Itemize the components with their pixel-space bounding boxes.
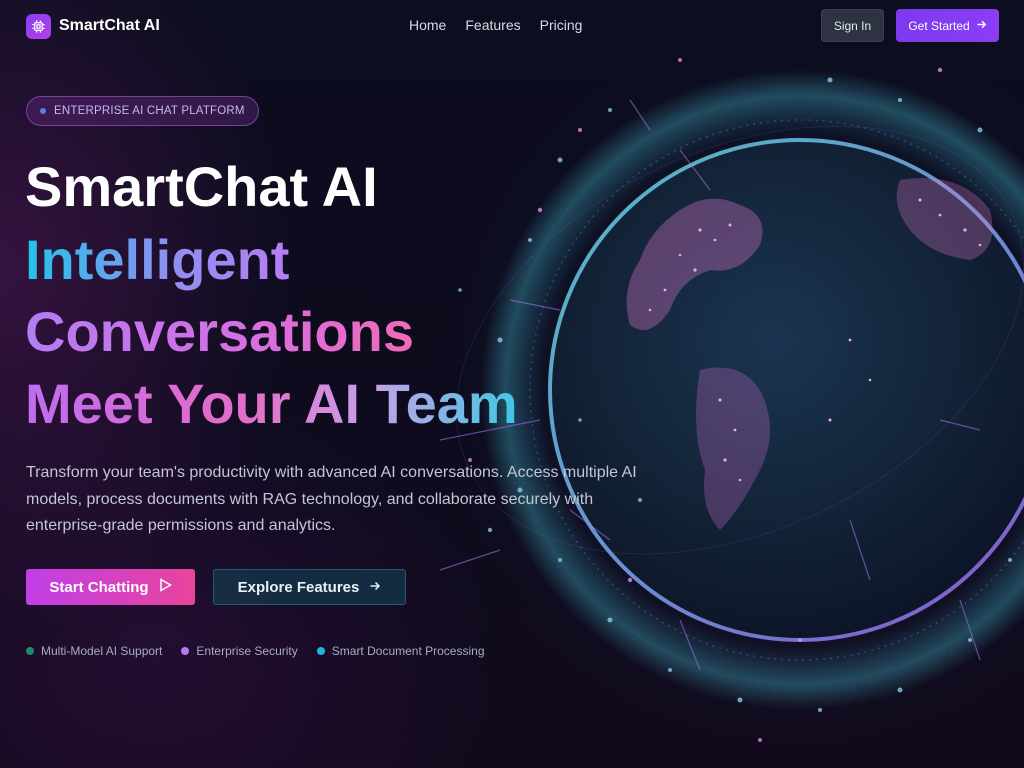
- feature-item: Enterprise Security: [181, 644, 298, 658]
- feature-dot: [316, 647, 325, 655]
- feature-dot: [181, 647, 190, 655]
- nav-pricing[interactable]: Pricing: [540, 17, 583, 33]
- hero-title-line3: Conversations: [25, 300, 414, 363]
- arrow-right-icon: [976, 19, 987, 33]
- feature-label: Multi-Model AI Support: [41, 644, 163, 658]
- brand-name: SmartChat AI: [59, 17, 160, 34]
- feature-dot: [26, 647, 34, 655]
- sign-in-button[interactable]: Sign In: [821, 9, 884, 42]
- sign-in-label: Sign In: [833, 18, 872, 33]
- platform-badge: ENTERPRISE AI CHAT PLATFORM: [26, 96, 259, 126]
- feature-label: Enterprise Security: [196, 644, 298, 658]
- play-icon: [159, 578, 172, 596]
- chip-icon: [26, 13, 51, 39]
- badge-label: ENTERPRISE AI CHAT PLATFORM: [54, 105, 245, 117]
- hero-title-line2: Intelligent: [25, 228, 290, 291]
- feature-item: Smart Document Processing: [316, 644, 485, 658]
- main-nav: Home Features Pricing: [409, 17, 582, 33]
- hero-title-line4: Meet Your AI Team: [25, 372, 518, 435]
- start-chatting-button[interactable]: Start Chatting: [26, 569, 195, 605]
- nav-home[interactable]: Home: [409, 17, 446, 33]
- feature-label: Smart Document Processing: [331, 644, 485, 658]
- explore-features-label: Explore Features: [237, 578, 360, 596]
- arrow-right-icon: [369, 579, 381, 596]
- hero-title-line1: SmartChat AI: [25, 155, 378, 218]
- get-started-label: Get Started: [908, 18, 970, 33]
- nav-features[interactable]: Features: [465, 17, 520, 33]
- feature-list: Multi-Model AI Support Enterprise Securi…: [26, 644, 485, 658]
- brand[interactable]: SmartChat AI: [26, 13, 160, 39]
- get-started-button[interactable]: Get Started: [896, 9, 999, 42]
- explore-features-button[interactable]: Explore Features: [213, 569, 406, 605]
- start-chatting-label: Start Chatting: [49, 578, 149, 596]
- badge-dot: [40, 108, 46, 114]
- hero-description: Transform your team's productivity with …: [26, 464, 637, 534]
- top-navbar: SmartChat AI Home Features Pricing Sign …: [0, 0, 1024, 52]
- feature-item: Multi-Model AI Support: [26, 644, 162, 658]
